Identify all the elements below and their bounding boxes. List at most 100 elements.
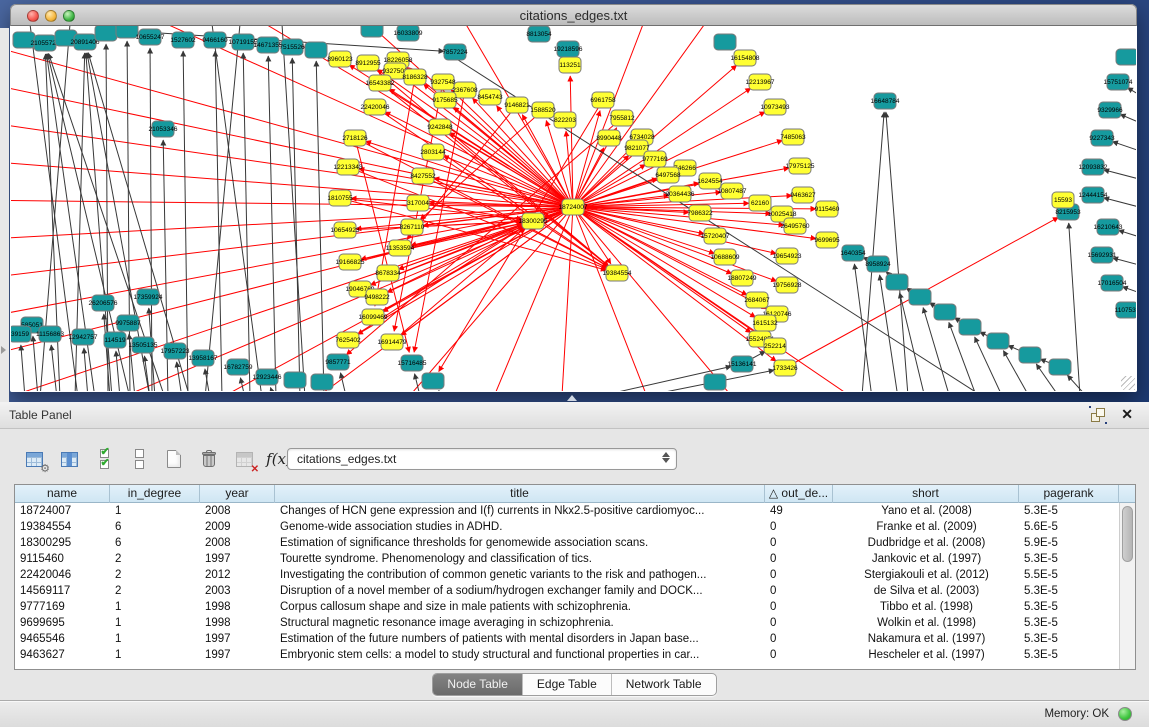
graph-node[interactable]: 22420046 <box>361 99 390 115</box>
graph-node[interactable]: 12923446 <box>253 369 282 385</box>
graph-node[interactable]: 17359924 <box>134 289 163 305</box>
table-row[interactable]: 2242004622012Investigating the contribut… <box>15 567 1135 583</box>
graph-node[interactable]: 11156863 <box>36 326 64 342</box>
graph-node[interactable]: 26206576 <box>89 295 118 311</box>
graph-node[interactable]: 16099469 <box>359 309 388 325</box>
graph-node[interactable]: 10807487 <box>718 183 747 199</box>
graph-node[interactable] <box>934 304 956 320</box>
graph-node[interactable] <box>704 374 726 390</box>
graph-node[interactable]: 16033809 <box>394 26 423 41</box>
graph-node[interactable]: 8912955 <box>355 55 381 71</box>
table-row[interactable]: 911546021997Tourette syndrome. Phenomeno… <box>15 551 1135 567</box>
graph-node[interactable]: 16648784 <box>871 93 900 109</box>
graph-node[interactable]: 1527602 <box>170 32 196 48</box>
graph-node[interactable] <box>305 42 327 58</box>
graph-node[interactable]: 9463627 <box>790 187 816 203</box>
graph-node[interactable]: 20364436 <box>666 186 695 202</box>
column-header-out_de[interactable]: △ out_de... <box>765 485 833 503</box>
graph-node[interactable]: 17957223 <box>161 343 190 359</box>
graph-node[interactable] <box>1116 49 1136 65</box>
graph-node[interactable]: 13958167 <box>189 350 218 366</box>
select-column-icon[interactable] <box>57 447 81 471</box>
graph-node[interactable]: 8813054 <box>526 26 552 42</box>
table-row[interactable]: 946554611997Estimation of the future num… <box>15 631 1135 647</box>
graph-node[interactable]: 8960123 <box>327 51 353 67</box>
unselect-all-icon[interactable] <box>127 447 151 471</box>
close-panel-icon[interactable]: ✕ <box>1121 406 1133 423</box>
graph-node[interactable] <box>886 274 908 290</box>
graph-node[interactable]: 2803144 <box>420 144 446 160</box>
graph-node[interactable] <box>1019 347 1041 363</box>
graph-node[interactable]: 113251 <box>559 57 581 73</box>
scrollbar-thumb[interactable] <box>1122 506 1133 562</box>
graph-node[interactable]: 13505135 <box>129 337 158 353</box>
graph-node[interactable]: 1588520 <box>530 102 556 118</box>
graph-node[interactable]: 114519 <box>104 332 126 348</box>
graph-node[interactable]: 7625402 <box>335 332 361 348</box>
float-panel-icon[interactable] <box>1091 408 1105 422</box>
graph-node[interactable]: 317004 <box>407 195 429 211</box>
graph-node[interactable]: 15692931 <box>1088 247 1117 263</box>
tab-node-table[interactable]: Node Table <box>433 674 522 695</box>
graph-node[interactable] <box>1049 359 1071 375</box>
graph-node[interactable]: 1624554 <box>697 173 723 189</box>
graph-node[interactable]: 2718126 <box>342 130 368 146</box>
graph-node[interactable] <box>959 319 981 335</box>
table-row[interactable]: 1938455462009Genome-wide association stu… <box>15 519 1135 535</box>
table-row[interactable]: 946362711997Embryonic stem cells: a mode… <box>15 647 1135 663</box>
graph-node[interactable]: 39159 <box>11 326 31 342</box>
table-row[interactable]: 1830029562008Estimation of significance … <box>15 535 1135 551</box>
graph-node[interactable]: 1615132 <box>752 315 778 331</box>
graph-node[interactable]: 19166825 <box>336 254 365 270</box>
graph-node[interactable]: 15716485 <box>398 355 427 371</box>
table-row[interactable]: 1872400712008Changes of HCN gene express… <box>15 503 1135 519</box>
table-select-dropdown[interactable]: citations_edges.txt <box>287 448 677 470</box>
graph-node[interactable]: 9975887 <box>115 315 141 331</box>
graph-node[interactable]: 12213343 <box>334 159 363 175</box>
network-canvas[interactable]: 2105572420891406106552471527602946616010… <box>11 26 1136 391</box>
graph-node[interactable]: 15720407 <box>701 228 730 244</box>
graph-node[interactable]: 16154808 <box>731 50 760 66</box>
graph-node[interactable]: 6961758 <box>590 92 616 108</box>
graph-node[interactable]: 12093832 <box>1079 159 1108 175</box>
graph-node[interactable]: 9699695 <box>814 232 840 248</box>
graph-node[interactable] <box>987 333 1009 349</box>
graph-node[interactable] <box>422 373 444 389</box>
graph-node[interactable] <box>284 372 306 388</box>
graph-node[interactable]: 7857224 <box>442 44 468 60</box>
panel-splitter-handle[interactable] <box>567 395 577 401</box>
tab-network-table[interactable]: Network Table <box>611 674 716 695</box>
graph-node[interactable]: 7986322 <box>687 205 713 221</box>
graph-node[interactable]: 9857771 <box>325 354 351 370</box>
graph-node[interactable]: 8454743 <box>477 89 503 105</box>
graph-node[interactable]: 8678334 <box>375 265 401 281</box>
graph-node[interactable]: 17975125 <box>786 158 815 174</box>
graph-node[interactable]: 6497568 <box>655 167 681 183</box>
graph-node[interactable]: 7515526 <box>279 39 305 55</box>
graph-node[interactable]: 2684067 <box>744 292 770 308</box>
graph-node[interactable]: 26495760 <box>781 218 810 234</box>
graph-node[interactable]: 9777169 <box>642 151 668 167</box>
graph-node[interactable]: 15136141 <box>728 356 757 372</box>
graph-node[interactable]: 12942757 <box>69 329 98 345</box>
graph-node[interactable]: 19218596 <box>554 41 583 57</box>
column-header-in_degree[interactable]: in_degree <box>110 485 200 503</box>
graph-node[interactable] <box>311 374 333 390</box>
graph-node[interactable]: 7955812 <box>609 110 635 126</box>
table-scrollbar[interactable] <box>1119 503 1135 669</box>
graph-node[interactable]: 12444154 <box>1079 187 1108 203</box>
graph-node[interactable]: 10655247 <box>136 29 165 45</box>
graph-node[interactable]: 1810755 <box>327 190 353 206</box>
graph-node[interactable]: 1733426 <box>772 360 798 376</box>
graph-node[interactable]: 8186328 <box>402 69 428 85</box>
graph-node[interactable]: 9115460 <box>815 201 840 217</box>
graph-node[interactable]: 10973493 <box>761 99 790 115</box>
graph-node[interactable]: 8958924 <box>865 256 891 272</box>
graph-node[interactable]: 19654923 <box>773 248 802 264</box>
graph-node[interactable]: 18724007 <box>559 199 588 215</box>
table-row[interactable]: 1456911722003Disruption of a novel membe… <box>15 583 1135 599</box>
graph-node[interactable]: 15751074 <box>1104 74 1133 90</box>
graph-node[interactable]: 9146821 <box>504 97 530 113</box>
graph-node[interactable]: 12213967 <box>746 74 775 90</box>
graph-node[interactable]: 16914479 <box>378 334 407 350</box>
